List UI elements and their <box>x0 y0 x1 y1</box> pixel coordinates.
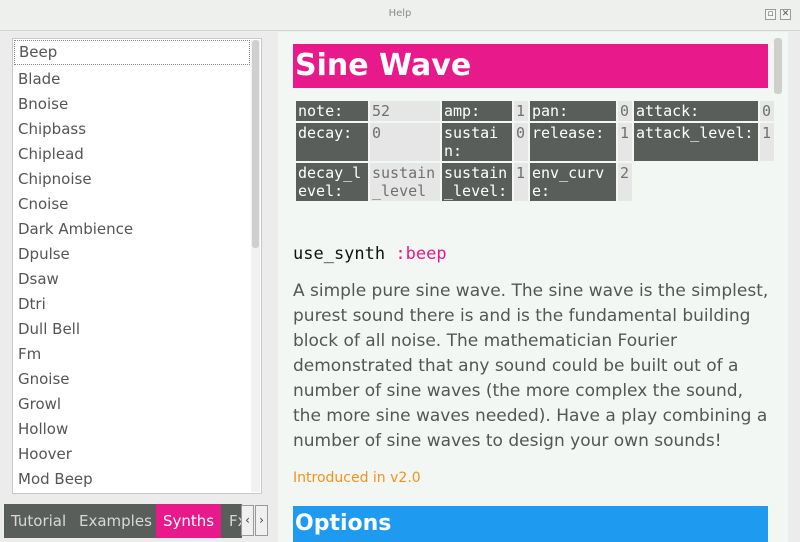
param-name: attack: <box>634 101 758 121</box>
synth-list: Beep Blade Bnoise Chipbass Chiplead Chipnoise… <box>14 40 250 492</box>
scrollbar-thumb[interactable] <box>774 38 782 94</box>
use-synth-keyword: use_synth <box>293 244 386 264</box>
synth-list-item[interactable]: Chipbass <box>14 117 250 142</box>
synth-list-item[interactable]: Hollow <box>14 417 250 442</box>
use-synth-symbol: :beep <box>395 244 447 264</box>
param-value: 2 <box>618 163 632 201</box>
synth-list-item[interactable]: Chipnoise <box>14 167 250 192</box>
param-name: note: <box>296 101 368 121</box>
chevron-right-icon[interactable]: › <box>255 505 268 536</box>
use-synth-line: use_synth :beep <box>293 244 447 264</box>
param-name: pan: <box>530 101 616 121</box>
tab-fx[interactable]: Fx <box>222 504 242 538</box>
param-name: amp: <box>442 101 512 121</box>
params-table: note: 52 amp: 1 pan: 0 attack: 0 decay: 0 sustain:… <box>294 99 776 203</box>
restore-icon[interactable]: ▫ <box>765 9 776 20</box>
synth-list-item[interactable]: Dpulse <box>14 242 250 267</box>
param-value: 0 <box>370 123 440 161</box>
window-title: Help <box>388 8 412 19</box>
tab-scroll-arrows: ‹ › <box>241 505 271 536</box>
synth-list-panel: Beep Blade Bnoise Chipbass Chiplead Chipnoise… <box>12 38 262 494</box>
param-value: 1 <box>618 123 632 161</box>
param-value: 52 <box>370 101 440 121</box>
introduced-version: Introduced in v2.0 <box>293 470 421 486</box>
tab-examples[interactable]: Examples <box>72 504 159 538</box>
doc-scrollbar[interactable] <box>773 38 783 538</box>
synth-list-item[interactable]: Beep <box>14 40 250 65</box>
tab-synths[interactable]: Synths <box>156 504 222 538</box>
param-value: sustain_level <box>370 163 440 201</box>
param-value: 1 <box>760 123 774 161</box>
tab-tutorial[interactable]: Tutorial <box>4 504 73 538</box>
help-tabs: TutorialExamplesSynthsFx <box>4 504 242 538</box>
synth-list-item[interactable]: Hoover <box>14 442 250 467</box>
synth-list-item[interactable]: Dark Ambience <box>14 217 250 242</box>
synth-list-item[interactable]: Dull Bell <box>14 317 250 342</box>
param-name: release: <box>530 123 616 161</box>
chevron-left-icon[interactable]: ‹ <box>241 505 254 536</box>
synth-list-item[interactable]: Blade <box>14 67 250 92</box>
param-value: 1 <box>514 101 528 121</box>
close-icon[interactable]: ✕ <box>780 9 791 20</box>
param-name: decay: <box>296 123 368 161</box>
doc-panel: Sine Wave note: 52 amp: 1 pan: 0 attack: 0 decay… <box>278 32 788 542</box>
doc-description: A simple pure sine wave. The sine wave i… <box>293 281 769 451</box>
doc-title: Sine Wave <box>293 44 768 88</box>
synth-list-item[interactable]: Mod Beep <box>14 467 250 492</box>
param-name: sustain: <box>442 123 512 161</box>
synth-list-item[interactable]: Growl <box>14 392 250 417</box>
title-bar: Help ▫ ✕ <box>0 0 800 31</box>
param-value: 1 <box>514 163 528 201</box>
param-value: 0 <box>760 101 774 121</box>
synth-list-item[interactable]: Fm <box>14 342 250 367</box>
synth-list-item[interactable]: Dsaw <box>14 267 250 292</box>
scrollbar-thumb[interactable] <box>252 40 259 248</box>
synth-list-item[interactable]: Dtri <box>14 292 250 317</box>
synth-list-item[interactable]: Gnoise <box>14 367 250 392</box>
synth-list-scrollbar[interactable] <box>251 40 260 492</box>
param-name: env_curve: <box>530 163 616 201</box>
options-heading: Options <box>293 506 768 542</box>
param-name: decay_level: <box>296 163 368 201</box>
param-name: attack_level: <box>634 123 758 161</box>
synth-list-item[interactable]: Cnoise <box>14 192 250 217</box>
param-value: 0 <box>618 101 632 121</box>
synth-list-item[interactable]: Chiplead <box>14 142 250 167</box>
param-value: 0 <box>514 123 528 161</box>
synth-list-item[interactable]: Bnoise <box>14 92 250 117</box>
param-name: sustain_level: <box>442 163 512 201</box>
